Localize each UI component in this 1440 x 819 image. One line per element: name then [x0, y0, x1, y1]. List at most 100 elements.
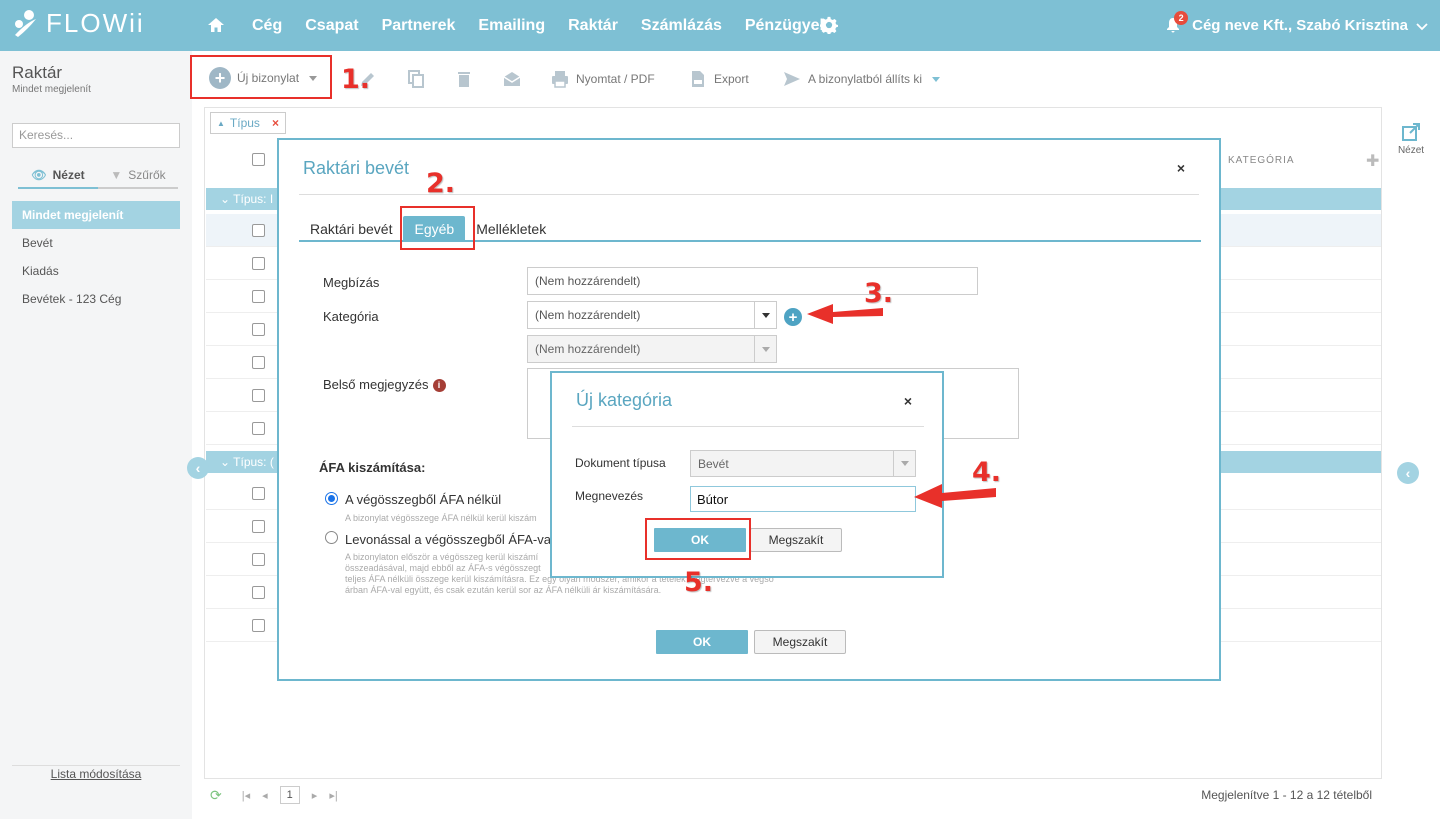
delete-button[interactable] — [454, 69, 480, 89]
vat-option-gross-radio[interactable] — [325, 531, 338, 544]
row-checkbox[interactable] — [252, 356, 265, 369]
nav-item-partnerek[interactable]: Partnerek — [382, 17, 456, 35]
arrow-left-icon — [807, 304, 883, 324]
caret-down-icon — [932, 76, 941, 82]
logo[interactable]: FLOWii — [12, 8, 145, 39]
user-menu[interactable]: 2 Cég neve Kft., Szabó Krisztina — [1166, 0, 1428, 51]
add-column-icon[interactable]: ✚ — [1366, 151, 1379, 171]
highlight-submodal-ok — [645, 518, 751, 560]
page-number[interactable]: 1 — [279, 786, 300, 804]
ok-button[interactable]: OK — [656, 630, 748, 654]
module-subtitle: Mindet megjelenít — [12, 84, 91, 95]
subcategory-select[interactable]: (Nem hozzárendelt) — [527, 335, 777, 363]
tab-stock-receipt[interactable]: Raktári bevét — [299, 216, 403, 240]
tab-attachments[interactable]: Mellékletek — [465, 216, 557, 240]
print-pdf-button[interactable]: Nyomtat / PDF — [550, 69, 655, 89]
row-checkbox[interactable] — [252, 257, 265, 270]
collapse-left-icon[interactable]: ‹ — [187, 457, 209, 479]
main-nav: Cég Csapat Partnerek Emailing Raktár Szá… — [252, 0, 851, 51]
last-page-icon[interactable]: ▸| — [329, 789, 337, 802]
row-checkbox[interactable] — [252, 224, 265, 237]
search-input[interactable]: Keresés... — [12, 123, 180, 148]
category-select[interactable]: (Nem hozzárendelt) — [527, 301, 777, 329]
export-file-icon — [692, 71, 704, 87]
row-checkbox[interactable] — [252, 553, 265, 566]
export-button[interactable]: Export — [688, 69, 749, 89]
vat-option-net-label[interactable]: A végösszegből ÁFA nélkül — [345, 492, 501, 507]
email-button[interactable] — [502, 69, 528, 89]
name-label: Megnevezés — [575, 489, 644, 503]
nav-item-szamlazas[interactable]: Számlázás — [641, 17, 722, 35]
toolbar: + Új bizonylat Nyomtat / PDF Export A bi… — [192, 51, 1440, 107]
close-icon[interactable]: × — [272, 116, 279, 130]
nav-item-penzugyek[interactable]: Pénzügyek — [745, 17, 829, 35]
bell-icon[interactable]: 2 — [1166, 10, 1189, 35]
close-icon[interactable]: × — [904, 393, 912, 409]
chevron-down-icon[interactable] — [754, 336, 776, 362]
highlight-new-document — [190, 55, 332, 99]
nav-item-ceg[interactable]: Cég — [252, 17, 282, 35]
sidebar-item-expense[interactable]: Kiadás — [12, 257, 180, 285]
row-checkbox[interactable] — [252, 520, 265, 533]
tab-view[interactable]: 👁 Nézet — [18, 163, 98, 189]
tab-filters[interactable]: ▼ Szűrők — [98, 163, 178, 189]
tab-view-label: Nézet — [52, 168, 85, 182]
edit-list-link[interactable]: Lista módosítása — [0, 767, 192, 781]
issue-from-document-button[interactable]: A bizonylatból állíts ki — [782, 69, 941, 89]
trash-icon — [458, 72, 470, 87]
cancel-button[interactable]: Megszakít — [754, 630, 846, 654]
sidebar-item-all[interactable]: Mindet megjelenít — [12, 201, 180, 229]
top-navbar: FLOWii Cég Csapat Partnerek Emailing Rak… — [0, 0, 1440, 51]
row-checkbox[interactable] — [252, 422, 265, 435]
copy-button[interactable] — [406, 69, 432, 89]
step-2-label: 2. — [426, 168, 456, 199]
nav-item-emailing[interactable]: Emailing — [478, 17, 545, 35]
modal-title: Raktári bevét — [303, 158, 410, 178]
external-link-icon — [1402, 123, 1420, 141]
row-checkbox[interactable] — [252, 323, 265, 336]
vat-option-gross-label[interactable]: Levonással a végösszegből ÁFA-val — [345, 532, 554, 547]
row-checkbox[interactable] — [252, 487, 265, 500]
collapse-right-icon[interactable]: ‹ — [1397, 462, 1419, 484]
close-icon[interactable]: × — [1177, 160, 1185, 176]
chevron-down-icon[interactable] — [893, 451, 915, 476]
first-page-icon[interactable]: |◂ — [242, 789, 250, 802]
chevron-down-icon[interactable] — [754, 302, 776, 328]
view-panel-button[interactable]: Nézet — [1395, 122, 1427, 156]
doc-type-select[interactable]: Bevét — [690, 450, 916, 477]
send-icon — [784, 72, 800, 86]
home-icon[interactable] — [206, 15, 226, 35]
copy-icon — [408, 70, 424, 88]
prev-page-icon[interactable]: ◂ — [262, 789, 268, 802]
category-select-value: (Nem hozzárendelt) — [535, 308, 641, 322]
view-panel-label: Nézet — [1397, 145, 1425, 156]
vat-option-net-radio[interactable] — [325, 492, 338, 505]
assignment-field[interactable]: (Nem hozzárendelt) — [527, 267, 978, 295]
row-checkbox[interactable] — [252, 389, 265, 402]
submodal-cancel-button[interactable]: Megszakít — [750, 528, 842, 552]
select-all-checkbox[interactable] — [252, 153, 265, 166]
refresh-icon[interactable]: ⟳ — [210, 787, 222, 804]
step-1-label: 1. — [341, 64, 371, 95]
view-filter-tabs: 👁 Nézet ▼ Szűrők — [18, 163, 178, 189]
filter-chip-type[interactable]: ▲ Típus × — [210, 112, 286, 134]
pager-info: Megjelenítve 1 - 12 a 12 tételből — [1201, 788, 1372, 802]
sidebar-item-income-123[interactable]: Bevétek - 123 Cég — [12, 285, 180, 313]
category-label: Kategória — [323, 309, 379, 324]
nav-item-csapat[interactable]: Csapat — [305, 17, 358, 35]
row-checkbox[interactable] — [252, 290, 265, 303]
next-page-icon[interactable]: ▸ — [312, 789, 318, 802]
add-category-button[interactable]: + — [784, 308, 802, 326]
category-name-input[interactable]: Bútor — [690, 486, 916, 512]
row-checkbox[interactable] — [252, 619, 265, 632]
row-checkbox[interactable] — [252, 586, 265, 599]
info-icon[interactable]: i — [432, 379, 446, 393]
group-label: Típus: ( — [233, 455, 274, 469]
filter-chip-label: Típus — [229, 116, 260, 130]
gear-icon[interactable] — [820, 16, 840, 36]
logo-text: FLOWii — [46, 8, 145, 38]
nav-item-raktar[interactable]: Raktár — [568, 17, 618, 35]
submodal-title: Új kategória — [576, 390, 673, 410]
column-header-category[interactable]: KATEGÓRIA — [1228, 155, 1295, 166]
sidebar-item-income[interactable]: Bevét — [12, 229, 180, 257]
